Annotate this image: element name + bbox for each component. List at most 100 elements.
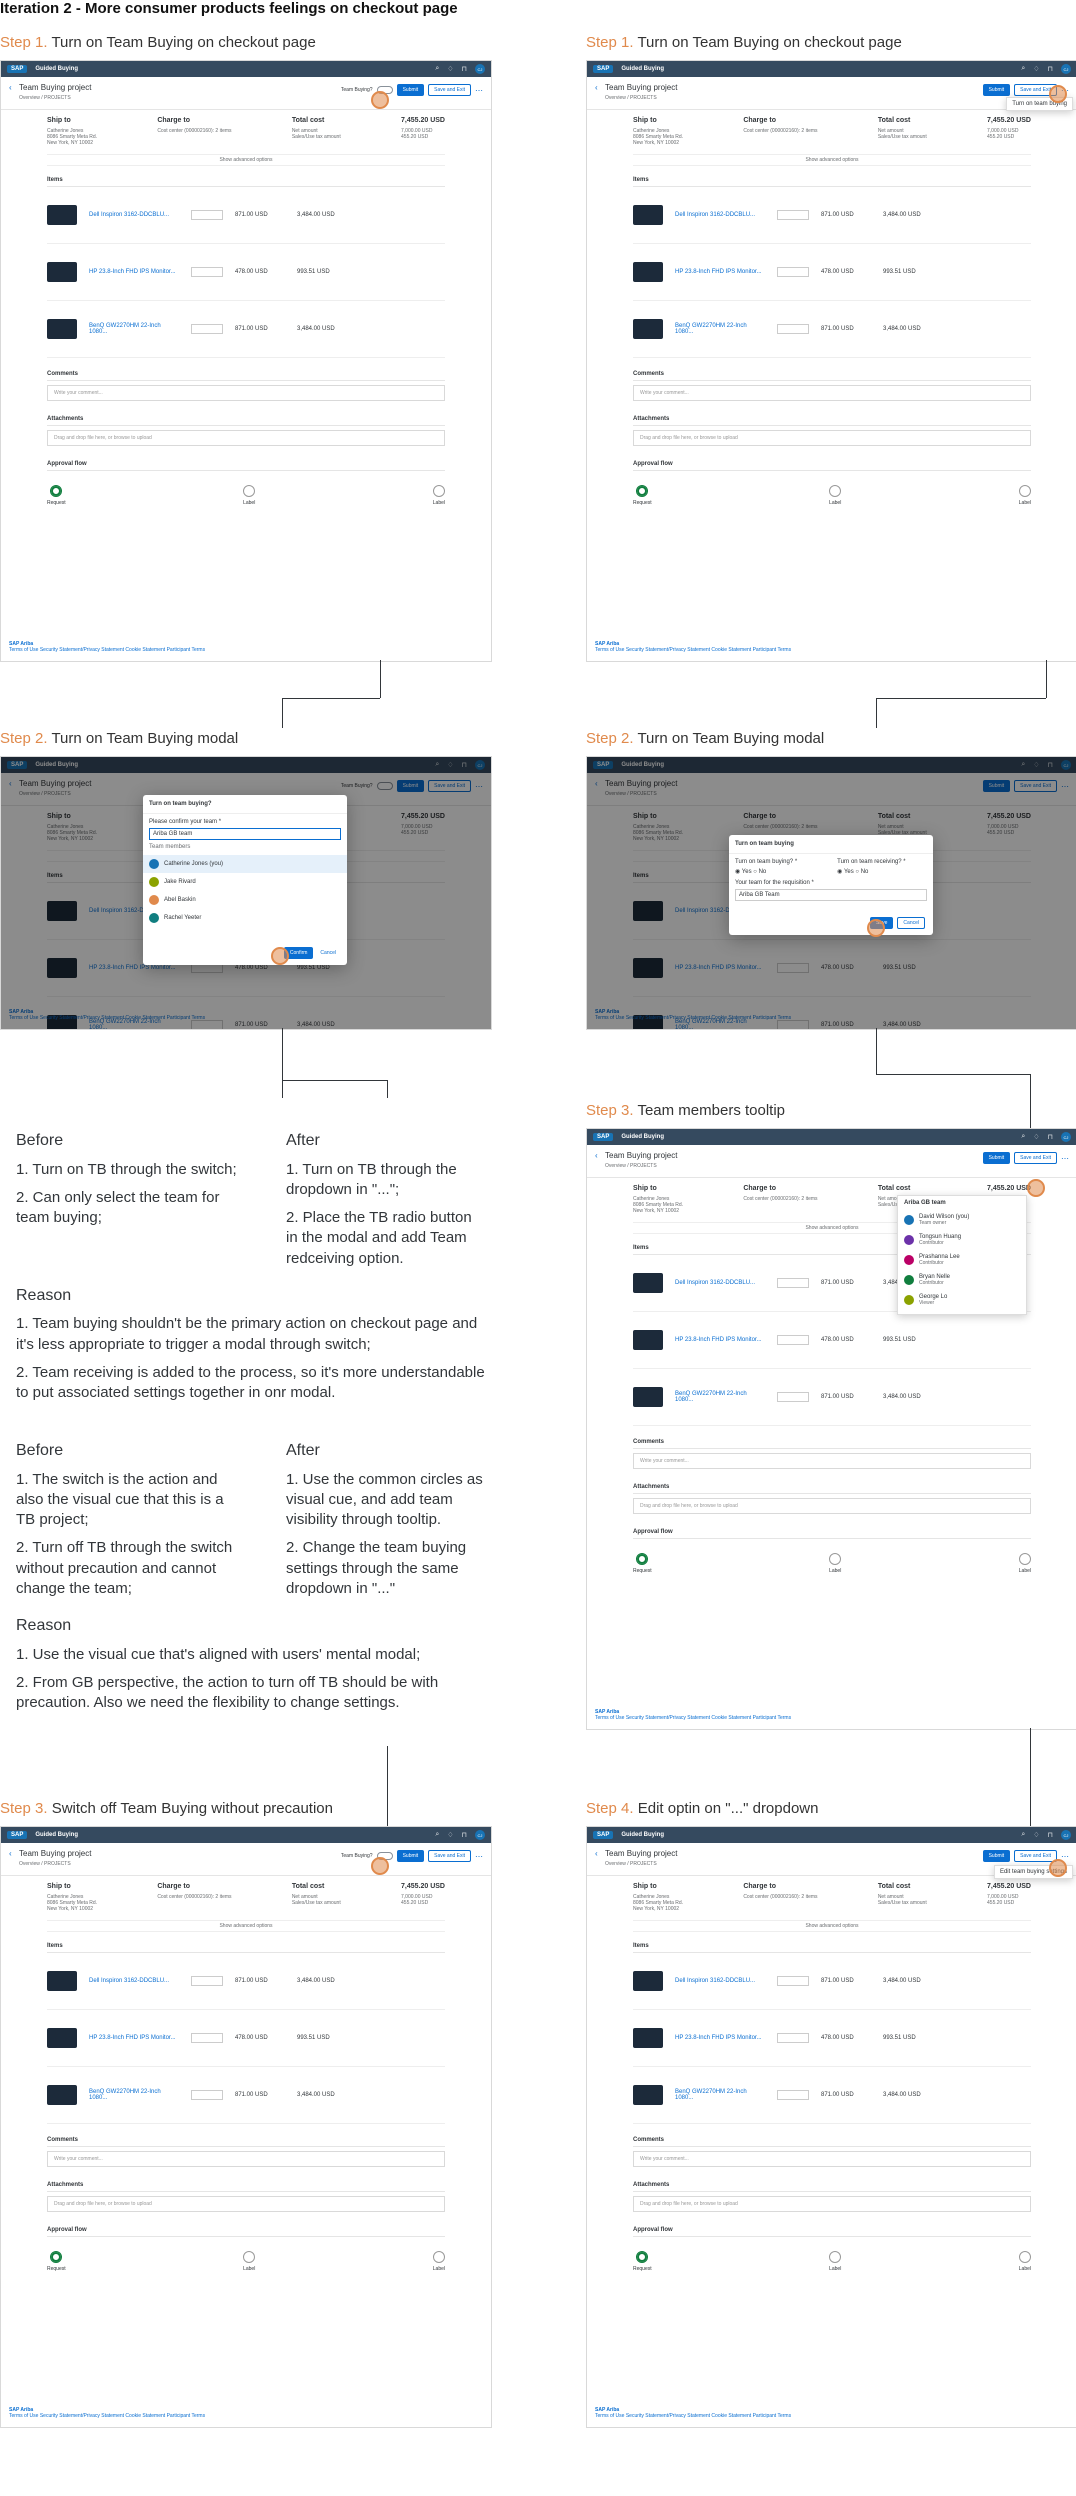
quantity-stepper[interactable] <box>777 267 809 277</box>
table-row[interactable]: HP 23.8-Inch FHD IPS Monitor... 478.00 U… <box>633 244 1031 301</box>
submit-button[interactable]: Submit <box>396 84 425 96</box>
attachment-dropzone[interactable]: Drag and drop file here, or browse to up… <box>633 1498 1031 1514</box>
product-name[interactable]: HP 23.8-Inch FHD IPS Monitor... <box>675 1337 765 1343</box>
product-name[interactable]: HP 23.8-Inch FHD IPS Monitor... <box>89 269 179 275</box>
footer-links[interactable]: Terms of Use Security Statement/Privacy … <box>595 647 1069 653</box>
save-exit-button[interactable]: Save and Exit <box>428 1850 471 1862</box>
cart-icon[interactable]: ⊓ <box>1048 65 1053 73</box>
back-icon[interactable]: ‹ <box>9 1849 12 1858</box>
breadcrumb[interactable]: Overview / PROJECTS <box>605 1163 657 1169</box>
comment-input[interactable]: Write your comment... <box>47 2151 445 2167</box>
member-name[interactable]: Jake Rivard <box>164 879 196 885</box>
save-exit-button[interactable]: Save and Exit <box>1014 1850 1057 1862</box>
quantity-stepper[interactable] <box>191 324 223 334</box>
table-row[interactable]: HP 23.8-Inch FHD IPS Monitor... 478.00 U… <box>47 2010 445 2067</box>
back-icon[interactable]: ‹ <box>595 1151 598 1160</box>
cart-icon[interactable]: ⊓ <box>462 65 467 73</box>
bell-icon[interactable]: ♢ <box>447 1831 453 1839</box>
avatar[interactable]: CJ <box>1061 1132 1071 1142</box>
quantity-stepper[interactable] <box>191 1976 223 1986</box>
attachment-dropzone[interactable]: Drag and drop file here, or browse to up… <box>47 2196 445 2212</box>
product-name[interactable]: BenQ GW2270HM 22-Inch 1080... <box>89 2089 179 2101</box>
product-name[interactable]: Dell Inspiron 3162-DDCBLU... <box>675 1978 765 1984</box>
comment-input[interactable]: Write your comment... <box>633 1453 1031 1469</box>
product-name[interactable]: BenQ GW2270HM 22-Inch 1080... <box>675 1391 765 1403</box>
save-exit-button[interactable]: Save and Exit <box>1014 1152 1057 1164</box>
quantity-stepper[interactable] <box>777 1335 809 1345</box>
product-name[interactable]: Dell Inspiron 3162-DDCBLU... <box>675 212 765 218</box>
cart-icon[interactable]: ⊓ <box>462 1831 467 1839</box>
table-row[interactable]: BenQ GW2270HM 22-Inch 1080... 871.00 USD… <box>633 1369 1031 1426</box>
avatar[interactable]: CJ <box>1061 64 1071 74</box>
team-select[interactable]: Ariba GB team <box>149 828 341 840</box>
bell-icon[interactable]: ♢ <box>1033 1133 1039 1141</box>
quantity-stepper[interactable] <box>777 2090 809 2100</box>
table-row[interactable]: Dell Inspiron 3162-DDCBLU... 871.00 USD … <box>47 187 445 244</box>
show-advanced-toggle[interactable]: Show advanced options <box>633 154 1031 166</box>
avatar[interactable]: CJ <box>1061 1830 1071 1840</box>
team-select[interactable]: Ariba GB Team <box>735 889 927 901</box>
quantity-stepper[interactable] <box>777 210 809 220</box>
breadcrumb[interactable]: Overview / PROJECTS <box>19 95 71 101</box>
attachment-dropzone[interactable]: Drag and drop file here, or browse to up… <box>633 2196 1031 2212</box>
product-name[interactable]: HP 23.8-Inch FHD IPS Monitor... <box>675 269 765 275</box>
table-row[interactable]: HP 23.8-Inch FHD IPS Monitor... 478.00 U… <box>633 1312 1031 1369</box>
search-icon[interactable]: ⌕ <box>435 1831 439 1839</box>
search-icon[interactable]: ⌕ <box>1021 65 1025 73</box>
member-name[interactable]: Abel Baskin <box>164 897 196 903</box>
back-icon[interactable]: ‹ <box>595 83 598 92</box>
product-name[interactable]: Dell Inspiron 3162-DDCBLU... <box>89 212 179 218</box>
bell-icon[interactable]: ♢ <box>1033 1831 1039 1839</box>
product-name[interactable]: HP 23.8-Inch FHD IPS Monitor... <box>675 2035 765 2041</box>
table-row[interactable]: Dell Inspiron 3162-DDCBLU... 871.00 USD … <box>633 1953 1031 2010</box>
quantity-stepper[interactable] <box>191 267 223 277</box>
product-name[interactable]: BenQ GW2270HM 22-Inch 1080... <box>89 323 179 335</box>
product-name[interactable]: Dell Inspiron 3162-DDCBLU... <box>89 1978 179 1984</box>
more-icon[interactable]: ⋯ <box>475 86 483 95</box>
show-advanced-toggle[interactable]: Show advanced options <box>47 154 445 166</box>
breadcrumb[interactable]: Overview / PROJECTS <box>605 1861 657 1867</box>
radio-yes[interactable]: ◉ <box>735 869 742 875</box>
more-icon[interactable]: ⋯ <box>1061 1154 1069 1163</box>
table-row[interactable]: BenQ GW2270HM 22-Inch 1080... 871.00 USD… <box>47 301 445 358</box>
member-name[interactable]: Catherine Jones (you) <box>164 861 223 867</box>
quantity-stepper[interactable] <box>777 1976 809 1986</box>
table-row[interactable]: Dell Inspiron 3162-DDCBLU... 871.00 USD … <box>633 187 1031 244</box>
quantity-stepper[interactable] <box>191 210 223 220</box>
submit-button[interactable]: Submit <box>982 84 1011 96</box>
table-row[interactable]: HP 23.8-Inch FHD IPS Monitor... 478.00 U… <box>633 2010 1031 2067</box>
cancel-button[interactable]: Cancel <box>897 917 925 929</box>
quantity-stepper[interactable] <box>191 2090 223 2100</box>
table-row[interactable]: BenQ GW2270HM 22-Inch 1080... 871.00 USD… <box>633 2067 1031 2124</box>
quantity-stepper[interactable] <box>777 1278 809 1288</box>
save-exit-button[interactable]: Save and Exit <box>428 84 471 96</box>
breadcrumb[interactable]: Overview / PROJECTS <box>605 95 657 101</box>
footer-links[interactable]: Terms of Use Security Statement/Privacy … <box>9 2413 483 2419</box>
search-icon[interactable]: ⌕ <box>435 65 439 73</box>
radio-yes[interactable]: ◉ <box>837 869 844 875</box>
product-name[interactable]: HP 23.8-Inch FHD IPS Monitor... <box>89 2035 179 2041</box>
footer-links[interactable]: Terms of Use Security Statement/Privacy … <box>595 1715 1069 1721</box>
bell-icon[interactable]: ♢ <box>1033 65 1039 73</box>
quantity-stepper[interactable] <box>777 2033 809 2043</box>
cart-icon[interactable]: ⊓ <box>1048 1831 1053 1839</box>
quantity-stepper[interactable] <box>191 2033 223 2043</box>
product-name[interactable]: BenQ GW2270HM 22-Inch 1080... <box>675 2089 765 2101</box>
bell-icon[interactable]: ♢ <box>447 65 453 73</box>
quantity-stepper[interactable] <box>777 1392 809 1402</box>
comment-input[interactable]: Write your comment... <box>633 2151 1031 2167</box>
show-advanced-toggle[interactable]: Show advanced options <box>47 1920 445 1932</box>
comment-input[interactable]: Write your comment... <box>633 385 1031 401</box>
attachment-dropzone[interactable]: Drag and drop file here, or browse to up… <box>47 430 445 446</box>
table-row[interactable]: HP 23.8-Inch FHD IPS Monitor... 478.00 U… <box>47 244 445 301</box>
footer-links[interactable]: Terms of Use Security Statement/Privacy … <box>595 2413 1069 2419</box>
table-row[interactable]: Dell Inspiron 3162-DDCBLU... 871.00 USD … <box>47 1953 445 2010</box>
back-icon[interactable]: ‹ <box>9 83 12 92</box>
show-advanced-toggle[interactable]: Show advanced options <box>633 1920 1031 1932</box>
table-row[interactable]: BenQ GW2270HM 22-Inch 1080... 871.00 USD… <box>633 301 1031 358</box>
member-name[interactable]: Rachel Yeeter <box>164 915 201 921</box>
submit-button[interactable]: Submit <box>396 1850 425 1862</box>
quantity-stepper[interactable] <box>777 324 809 334</box>
cancel-button[interactable]: Cancel <box>317 947 339 959</box>
attachment-dropzone[interactable]: Drag and drop file here, or browse to up… <box>633 430 1031 446</box>
